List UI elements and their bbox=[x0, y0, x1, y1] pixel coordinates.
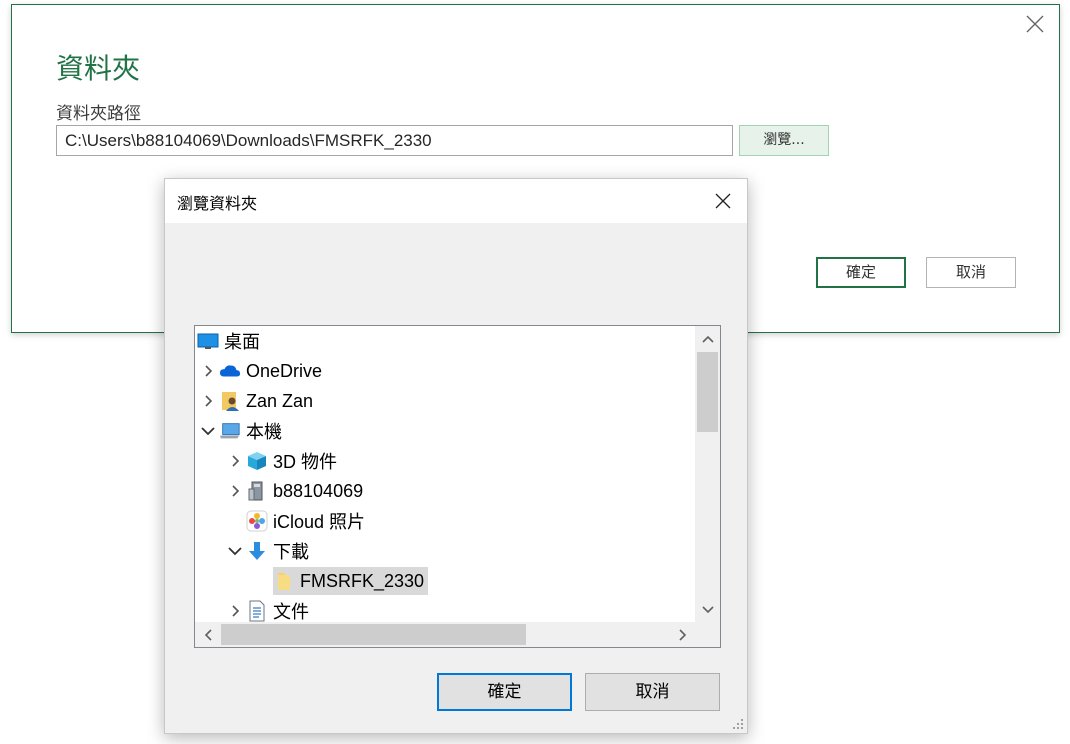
chevron-right-icon[interactable] bbox=[197, 387, 219, 415]
tree-item-label: 文件 bbox=[273, 602, 309, 622]
vertical-scroll-thumb[interactable] bbox=[697, 352, 718, 432]
browse-ok-button[interactable]: 確定 bbox=[437, 673, 572, 711]
close-icon[interactable] bbox=[713, 191, 733, 211]
3d-objects-icon bbox=[246, 450, 268, 472]
close-icon[interactable] bbox=[1025, 14, 1045, 34]
dialog-title: 資料夾 bbox=[56, 52, 141, 85]
tree-item-icloud-photos[interactable]: iCloud 照片 bbox=[246, 507, 365, 535]
horizontal-scrollbar[interactable] bbox=[195, 622, 695, 647]
chevron-down-icon[interactable] bbox=[224, 537, 246, 565]
tree-item-label: b88104069 bbox=[273, 480, 364, 501]
folder-icon bbox=[273, 570, 295, 592]
folder-path-label: 資料夾路徑 bbox=[56, 104, 141, 124]
browse-folder-dialog: 瀏覽資料夾 桌面 OneDrive Zan Zan 本機 3D 物件 b8810… bbox=[164, 178, 748, 734]
chevron-down-icon[interactable] bbox=[197, 417, 219, 445]
browse-dialog-title: 瀏覽資料夾 bbox=[177, 194, 258, 213]
this-pc-icon bbox=[219, 420, 241, 442]
tree-item-onedrive[interactable]: OneDrive bbox=[197, 357, 322, 385]
tree-item-this-pc[interactable]: 本機 bbox=[197, 417, 282, 445]
folder-path-input[interactable] bbox=[56, 125, 733, 156]
scrollbar-corner bbox=[695, 622, 720, 647]
chevron-right-icon[interactable] bbox=[197, 357, 219, 385]
tree-item-user-files[interactable]: b88104069 bbox=[224, 477, 363, 505]
tree-item-label: 桌面 bbox=[224, 332, 260, 352]
tree-item-label: iCloud 照片 bbox=[273, 512, 366, 532]
scroll-right-icon[interactable] bbox=[670, 622, 695, 647]
user-folder-icon bbox=[219, 390, 241, 412]
ok-button[interactable]: 確定 bbox=[816, 257, 906, 288]
chevron-right-icon[interactable] bbox=[224, 477, 246, 505]
tree-item-label: 3D 物件 bbox=[273, 452, 338, 472]
desktop-icon bbox=[197, 330, 219, 352]
browse-cancel-button[interactable]: 取消 bbox=[585, 673, 720, 711]
tree-item-user-folder[interactable]: Zan Zan bbox=[197, 387, 313, 415]
browse-button[interactable]: 瀏覽... bbox=[739, 125, 829, 156]
tree-item-label: Zan Zan bbox=[246, 390, 314, 411]
folder-tree[interactable]: 桌面 OneDrive Zan Zan 本機 3D 物件 b88104069 i… bbox=[194, 325, 721, 648]
tree-item-label: OneDrive bbox=[246, 360, 323, 381]
documents-icon bbox=[246, 600, 268, 622]
horizontal-scroll-thumb[interactable] bbox=[221, 624, 526, 645]
tree-item-label: FMSRFK_2330 bbox=[300, 570, 425, 591]
scroll-up-icon[interactable] bbox=[695, 326, 720, 351]
vertical-scrollbar[interactable] bbox=[695, 326, 720, 622]
chevron-right-icon[interactable] bbox=[224, 597, 246, 625]
tree-item-downloads[interactable]: 下載 bbox=[224, 537, 309, 565]
tree-item-documents[interactable]: 文件 bbox=[224, 597, 309, 625]
tree-item-label: 下載 bbox=[273, 542, 309, 562]
scroll-down-icon[interactable] bbox=[695, 597, 720, 622]
resize-grip-icon[interactable] bbox=[732, 718, 744, 730]
scroll-left-icon[interactable] bbox=[195, 622, 220, 647]
title-bar: 瀏覽資料夾 bbox=[165, 179, 747, 223]
icloud-photos-icon bbox=[246, 510, 268, 532]
cancel-button[interactable]: 取消 bbox=[926, 257, 1016, 288]
tree-item-desktop[interactable]: 桌面 bbox=[197, 327, 260, 355]
tree-item-selected-folder[interactable]: FMSRFK_2330 bbox=[273, 567, 429, 595]
downloads-arrow-icon bbox=[246, 540, 268, 562]
tree-item-label: 本機 bbox=[246, 422, 282, 442]
user-files-icon bbox=[246, 480, 268, 502]
tree-item-3d-objects[interactable]: 3D 物件 bbox=[224, 447, 337, 475]
onedrive-cloud-icon bbox=[219, 360, 241, 382]
chevron-right-icon[interactable] bbox=[224, 447, 246, 475]
